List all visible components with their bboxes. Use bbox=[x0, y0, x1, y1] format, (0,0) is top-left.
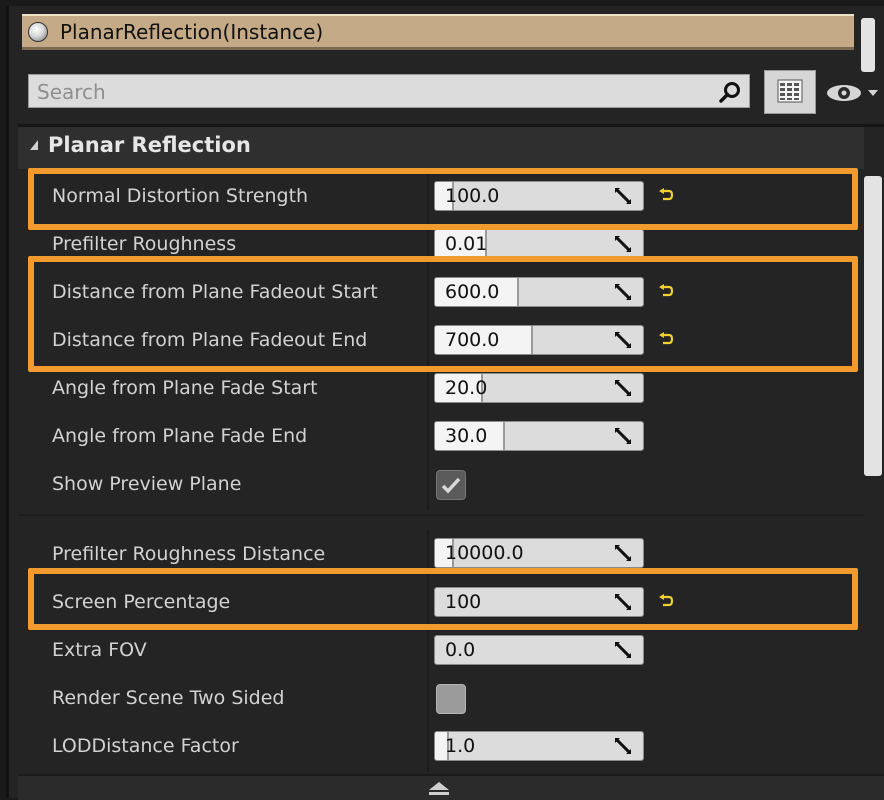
spin-arrows-icon[interactable] bbox=[615, 545, 631, 561]
numeric-field-prefilter-roughness[interactable]: 0.01 bbox=[434, 229, 644, 259]
spin-arrows-icon[interactable] bbox=[615, 236, 631, 252]
show-preview-plane-checkbox[interactable] bbox=[436, 470, 466, 500]
field-value: 30.0 bbox=[445, 425, 488, 447]
numeric-field-extra-fov[interactable]: 0.0 bbox=[434, 635, 644, 665]
highlight-box bbox=[28, 256, 858, 372]
spin-arrows-icon[interactable] bbox=[615, 428, 631, 444]
numeric-field-angle-fade-end[interactable]: 30.0 bbox=[434, 421, 644, 451]
numeric-field-angle-fade-start[interactable]: 20.0 bbox=[434, 373, 644, 403]
property-label: Show Preview Plane bbox=[52, 473, 242, 495]
view-options-button[interactable] bbox=[764, 70, 816, 114]
field-value: 20.0 bbox=[445, 377, 488, 399]
scrollbar-thumb[interactable] bbox=[864, 176, 882, 476]
selected-object-bar[interactable]: PlanarReflection(Instance) bbox=[22, 14, 854, 50]
search-input[interactable] bbox=[35, 77, 709, 107]
category-header-planar-reflection[interactable]: Planar Reflection bbox=[18, 127, 864, 169]
property-label: LODDistance Factor bbox=[52, 735, 239, 757]
field-value: 0.0 bbox=[445, 639, 476, 661]
sphere-icon bbox=[28, 22, 48, 42]
field-value: 1.0 bbox=[445, 735, 476, 757]
spin-arrows-icon[interactable] bbox=[615, 738, 631, 754]
search-icon[interactable] bbox=[719, 81, 741, 103]
highlight-box bbox=[28, 168, 858, 230]
top-scrollbar-thumb[interactable] bbox=[861, 18, 875, 72]
render-scene-two-sided-checkbox[interactable] bbox=[436, 684, 466, 714]
grid-view-icon bbox=[777, 79, 803, 103]
expand-advanced-icon[interactable] bbox=[428, 782, 450, 796]
object-title: PlanarReflection(Instance) bbox=[60, 20, 324, 44]
property-label: Extra FOV bbox=[52, 639, 147, 661]
numeric-field-prefilter-roughness-distance[interactable]: 10000.0 bbox=[434, 538, 644, 568]
collapse-arrow-icon[interactable] bbox=[30, 140, 38, 150]
highlight-box bbox=[28, 568, 858, 630]
advanced-section-bar[interactable] bbox=[18, 774, 884, 800]
numeric-field-lod-distance-factor[interactable]: 1.0 bbox=[434, 731, 644, 761]
eye-icon[interactable] bbox=[822, 76, 880, 110]
property-label: Prefilter Roughness bbox=[52, 233, 237, 255]
checkmark-icon bbox=[441, 477, 461, 494]
section-divider bbox=[18, 514, 864, 516]
column-divider[interactable] bbox=[427, 530, 429, 772]
property-label: Angle from Plane Fade End bbox=[52, 425, 308, 447]
category-title: Planar Reflection bbox=[48, 133, 251, 157]
field-value: 10000.0 bbox=[445, 542, 524, 564]
property-label: Prefilter Roughness Distance bbox=[52, 543, 326, 565]
search-box[interactable] bbox=[28, 74, 750, 108]
field-value: 0.01 bbox=[445, 233, 488, 255]
property-label: Angle from Plane Fade Start bbox=[52, 377, 318, 399]
property-label: Render Scene Two Sided bbox=[52, 687, 285, 709]
spin-arrows-icon[interactable] bbox=[615, 642, 631, 658]
spin-arrows-icon[interactable] bbox=[615, 380, 631, 396]
